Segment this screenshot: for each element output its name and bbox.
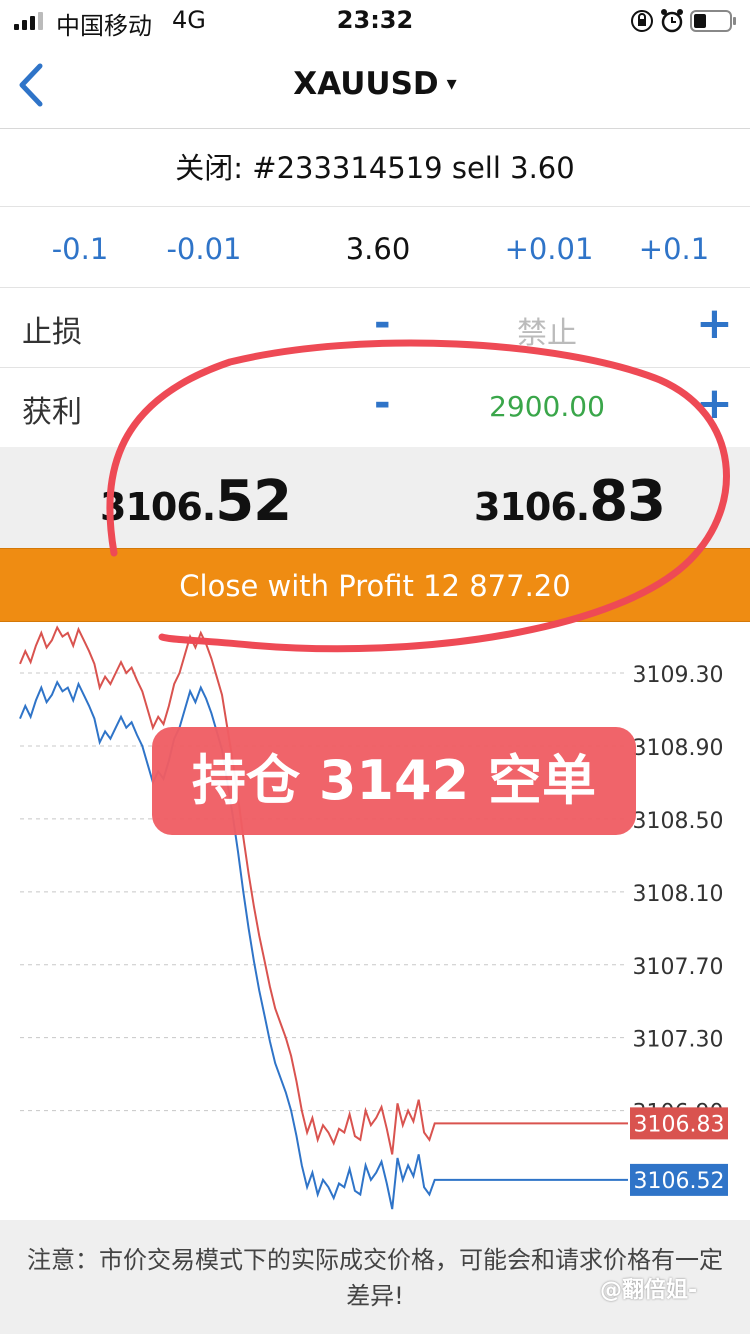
bid-price-pips: 52 bbox=[215, 469, 292, 534]
stop-loss-label: 止损 bbox=[22, 315, 82, 350]
alarm-icon bbox=[661, 9, 683, 33]
volume-value[interactable]: 3.60 bbox=[318, 206, 438, 288]
ask-price[interactable]: 3106.83 bbox=[474, 469, 666, 534]
divider bbox=[0, 367, 750, 368]
volume-minus-0.1-button[interactable]: -0.1 bbox=[30, 206, 130, 288]
y-tick-label: 3107.30 bbox=[633, 1028, 724, 1053]
price-series-line bbox=[19, 625, 628, 1155]
symbol-selector[interactable]: XAUUSD ▾ bbox=[0, 66, 750, 102]
ask-price-pips: 83 bbox=[589, 469, 666, 534]
take-profit-plus-button[interactable]: + bbox=[696, 378, 733, 429]
y-tick-label: 3107.70 bbox=[633, 955, 724, 980]
volume-minus-0.01-button[interactable]: -0.01 bbox=[150, 206, 258, 288]
volume-plus-0.01-button[interactable]: +0.01 bbox=[494, 206, 604, 288]
volume-plus-0.1-button[interactable]: +0.1 bbox=[626, 206, 722, 288]
status-bar: 中国移动 4G 23:32 bbox=[0, 0, 750, 42]
battery-icon bbox=[690, 10, 736, 32]
close-with-profit-button[interactable]: Close with Profit 12 877.20 bbox=[0, 548, 750, 622]
divider bbox=[0, 287, 750, 288]
last-price-label: 3106.83 bbox=[634, 1112, 725, 1137]
bid-price[interactable]: 3106.52 bbox=[100, 469, 292, 534]
y-tick-label: 3108.10 bbox=[633, 882, 724, 907]
bid-price-main: 3106. bbox=[100, 485, 216, 529]
stop-loss-value[interactable]: 禁止 bbox=[480, 308, 614, 352]
stop-loss-minus-button[interactable]: - bbox=[374, 300, 391, 346]
y-tick-label: 3108.50 bbox=[633, 809, 724, 834]
position-annotation-badge: 持仓 3142 空单 bbox=[152, 727, 636, 835]
caret-down-icon: ▾ bbox=[446, 71, 457, 95]
take-profit-label: 获利 bbox=[22, 395, 82, 430]
symbol-name: XAUUSD bbox=[293, 66, 439, 102]
last-price-label: 3106.52 bbox=[634, 1169, 725, 1194]
take-profit-value[interactable]: 2900.00 bbox=[474, 390, 620, 423]
y-tick-label: 3108.90 bbox=[633, 736, 724, 761]
stop-loss-plus-button[interactable]: + bbox=[696, 298, 733, 349]
take-profit-minus-button[interactable]: - bbox=[374, 380, 391, 426]
y-tick-label: 3109.30 bbox=[633, 663, 724, 688]
price-chart: 3109.30 3108.90 3108.50 3108.10 3107.70 3107.… bbox=[19, 625, 728, 1210]
close-order-title: 关闭: #233314519 sell 3.60 bbox=[0, 130, 750, 207]
navigation-bar: XAUUSD ▾ bbox=[0, 42, 750, 129]
orientation-lock-icon bbox=[631, 10, 653, 32]
quote-panel: 3106.52 3106.83 bbox=[0, 447, 750, 548]
watermark: @翻倍姐- bbox=[600, 1278, 698, 1303]
ask-price-main: 3106. bbox=[474, 485, 590, 529]
